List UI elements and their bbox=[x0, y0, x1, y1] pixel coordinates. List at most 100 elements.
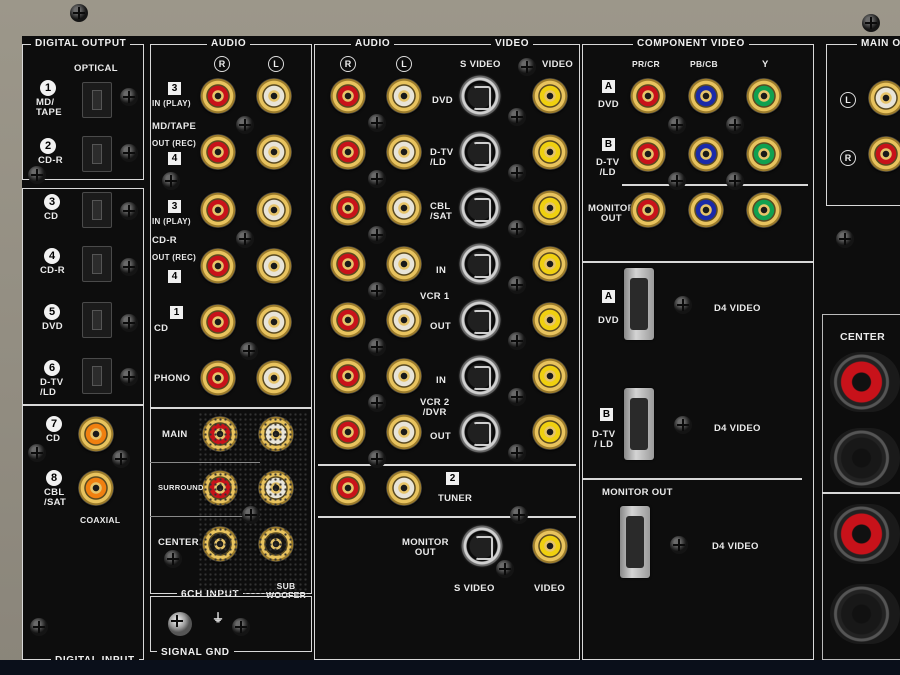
video-jack-yellow[interactable] bbox=[532, 246, 568, 282]
component-jack-green[interactable] bbox=[746, 192, 782, 228]
row-label: OUT (REC) bbox=[152, 139, 197, 148]
s-video-jack[interactable] bbox=[458, 74, 502, 118]
s-video-jack[interactable] bbox=[458, 354, 502, 398]
receiver-back-panel: DIGITAL OUTPUT OPTICAL 1 MD/ TAPE 2 CD-R… bbox=[0, 0, 900, 675]
s-video-label: S VIDEO bbox=[454, 583, 495, 594]
audio-jack-white[interactable] bbox=[386, 78, 422, 114]
s-video-jack[interactable] bbox=[458, 130, 502, 174]
video-jack-yellow[interactable] bbox=[532, 78, 568, 114]
audio-jack-white[interactable] bbox=[386, 246, 422, 282]
row-label: IN (PLAY) bbox=[152, 217, 191, 226]
audio-jack-white[interactable] bbox=[256, 248, 292, 284]
audio-jack-white[interactable] bbox=[256, 360, 292, 396]
divider bbox=[22, 404, 144, 406]
screw-icon bbox=[508, 332, 526, 350]
audio-jack-red[interactable] bbox=[330, 414, 366, 450]
audio-jack-red[interactable] bbox=[200, 192, 236, 228]
speaker-terminal-black[interactable] bbox=[830, 428, 900, 488]
optical-input-jack[interactable] bbox=[82, 192, 112, 228]
channel-r-label: R bbox=[840, 150, 856, 166]
s-video-jack[interactable] bbox=[458, 298, 502, 342]
ground-terminal[interactable] bbox=[168, 612, 192, 636]
audio-jack-red[interactable] bbox=[330, 134, 366, 170]
port-label: CD-R bbox=[40, 265, 65, 276]
screw-icon bbox=[242, 506, 260, 524]
vcr1-label: VCR 1 bbox=[420, 291, 450, 302]
audio-jack-white[interactable] bbox=[256, 192, 292, 228]
optical-input-jack[interactable] bbox=[82, 358, 112, 394]
component-jack-blue[interactable] bbox=[688, 192, 724, 228]
component-jack-blue[interactable] bbox=[688, 136, 724, 172]
optical-input-jack[interactable] bbox=[82, 246, 112, 282]
screw-icon bbox=[164, 550, 182, 568]
coaxial-jack-orange[interactable] bbox=[78, 470, 114, 506]
s-video-jack[interactable] bbox=[458, 242, 502, 286]
audio-jack-red[interactable] bbox=[330, 302, 366, 338]
d4-video-label: D4 VIDEO bbox=[714, 423, 761, 434]
audio-jack-white[interactable] bbox=[386, 358, 422, 394]
speaker-terminal-red[interactable] bbox=[830, 352, 900, 412]
s-video-jack[interactable] bbox=[458, 186, 502, 230]
d4-video-connector[interactable] bbox=[620, 506, 650, 578]
video-header: VIDEO bbox=[542, 59, 574, 70]
audio-jack-white[interactable] bbox=[256, 78, 292, 114]
port-number: 1 bbox=[40, 80, 56, 96]
screw-icon bbox=[510, 506, 528, 524]
optical-output-jack[interactable] bbox=[82, 82, 112, 118]
audio-jack-red[interactable] bbox=[200, 304, 236, 340]
audio-jack-white[interactable] bbox=[386, 414, 422, 450]
audio-jack-red[interactable] bbox=[200, 78, 236, 114]
audio-jack-white[interactable] bbox=[386, 190, 422, 226]
component-jack-blue[interactable] bbox=[688, 78, 724, 114]
col-y-label: Y bbox=[762, 59, 769, 70]
d4-video-connector[interactable] bbox=[624, 268, 654, 340]
divider bbox=[582, 478, 802, 480]
optical-input-jack[interactable] bbox=[82, 302, 112, 338]
monitor-out-video-jack-yellow[interactable] bbox=[532, 528, 568, 564]
main-out-jack-white[interactable] bbox=[868, 80, 900, 116]
speaker-terminal-black[interactable] bbox=[830, 584, 900, 644]
port-number: 6 bbox=[44, 360, 60, 376]
screw-icon bbox=[112, 450, 130, 468]
component-jack-red[interactable] bbox=[630, 192, 666, 228]
audio-jack-red[interactable] bbox=[200, 134, 236, 170]
audio-jack-red[interactable] bbox=[330, 190, 366, 226]
audio-jack-red[interactable] bbox=[200, 360, 236, 396]
screw-icon bbox=[236, 116, 254, 134]
main-out-jack-red[interactable] bbox=[868, 136, 900, 172]
audio-jack-red[interactable] bbox=[200, 248, 236, 284]
audio-jack-white[interactable] bbox=[386, 134, 422, 170]
component-jack-green[interactable] bbox=[746, 136, 782, 172]
center-speaker-label: CENTER bbox=[840, 331, 885, 343]
coaxial-jack-orange[interactable] bbox=[78, 416, 114, 452]
tuner-jack-white[interactable] bbox=[386, 470, 422, 506]
group-label: MD/TAPE bbox=[152, 121, 197, 132]
audio-header: AUDIO bbox=[207, 38, 251, 49]
av-audio-header: AUDIO bbox=[351, 38, 395, 49]
audio-jack-white[interactable] bbox=[256, 134, 292, 170]
d4-video-connector[interactable] bbox=[624, 388, 654, 460]
tuner-jack-red[interactable] bbox=[330, 470, 366, 506]
component-jack-red[interactable] bbox=[630, 136, 666, 172]
screw-icon bbox=[240, 342, 258, 360]
component-jack-green[interactable] bbox=[746, 78, 782, 114]
video-jack-yellow[interactable] bbox=[532, 358, 568, 394]
audio-jack-red[interactable] bbox=[330, 358, 366, 394]
s-video-jack[interactable] bbox=[458, 410, 502, 454]
audio-jack-red[interactable] bbox=[330, 246, 366, 282]
video-jack-yellow[interactable] bbox=[532, 414, 568, 450]
audio-jack-white[interactable] bbox=[386, 302, 422, 338]
screw-icon bbox=[368, 114, 386, 132]
audio-jack-red[interactable] bbox=[330, 78, 366, 114]
video-jack-yellow[interactable] bbox=[532, 190, 568, 226]
center-label: CENTER bbox=[158, 537, 199, 548]
port-label: CD-R bbox=[38, 155, 63, 166]
video-jack-yellow[interactable] bbox=[532, 134, 568, 170]
video-jack-yellow[interactable] bbox=[532, 302, 568, 338]
optical-output-jack[interactable] bbox=[82, 136, 112, 172]
s-video-jack[interactable] bbox=[460, 524, 504, 568]
component-jack-red[interactable] bbox=[630, 78, 666, 114]
screw-icon bbox=[368, 282, 386, 300]
audio-jack-white[interactable] bbox=[256, 304, 292, 340]
speaker-terminal-red[interactable] bbox=[830, 504, 900, 564]
